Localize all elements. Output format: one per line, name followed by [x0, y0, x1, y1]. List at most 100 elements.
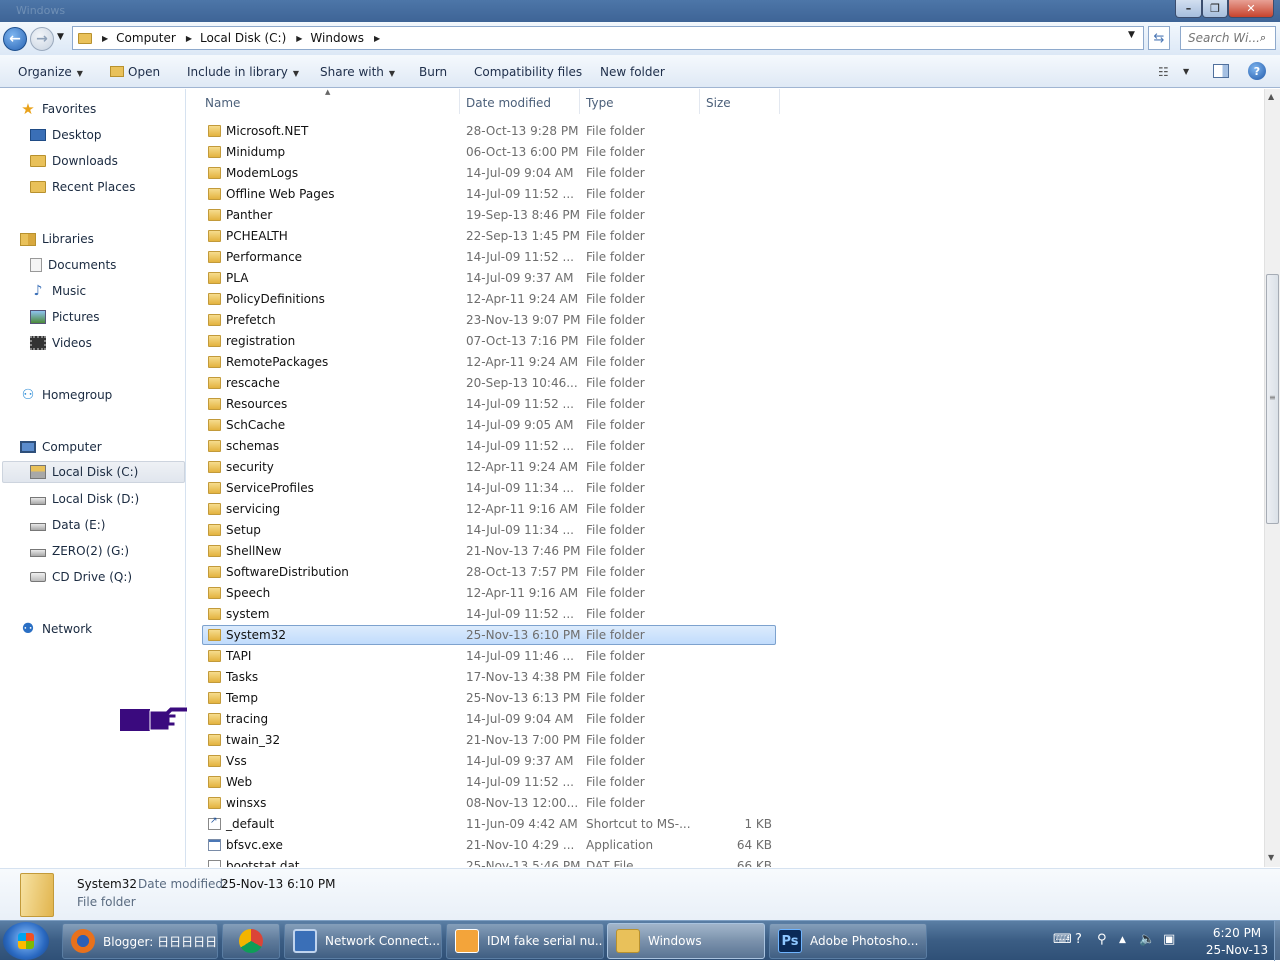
nav-local-disk-c[interactable]: Local Disk (C:): [2, 461, 185, 483]
chevron-right-icon[interactable]: ▶: [296, 34, 302, 43]
minimize-button[interactable]: –: [1175, 0, 1202, 18]
file-row[interactable]: _default 11-Jun-09 4:42 AM Shortcut to MS-…: [187, 813, 1264, 834]
scroll-thumb[interactable]: ≡: [1266, 274, 1279, 524]
nav-network[interactable]: ⚉ Network: [20, 618, 92, 640]
preview-pane-button[interactable]: [1213, 64, 1229, 78]
file-row[interactable]: Offline Web Pages 14-Jul-09 11:52 ... File…: [187, 183, 1264, 204]
forward-button[interactable]: →: [30, 27, 54, 51]
file-row[interactable]: twain_32 21-Nov-13 7:00 PM File folder: [187, 729, 1264, 750]
nav-recent-places[interactable]: Recent Places: [30, 176, 135, 198]
file-row[interactable]: RemotePackages 12-Apr-11 9:24 AM File fold…: [187, 351, 1264, 372]
file-row[interactable]: rescache 20-Sep-13 10:46... File folder: [187, 372, 1264, 393]
file-row[interactable]: Tasks 17-Nov-13 4:38 PM File folder: [187, 666, 1264, 687]
nav-documents[interactable]: Documents: [30, 254, 116, 276]
file-row[interactable]: Microsoft.NET 28-Oct-13 9:28 PM File folde…: [187, 120, 1264, 141]
maximize-button[interactable]: ❐: [1202, 0, 1228, 18]
open-button[interactable]: Open: [110, 65, 160, 79]
back-button[interactable]: ←: [3, 27, 27, 51]
file-row[interactable]: registration 07-Oct-13 7:16 PM File folder: [187, 330, 1264, 351]
nav-videos[interactable]: Videos: [30, 332, 92, 354]
scroll-up-icon[interactable]: ▲: [1268, 92, 1274, 101]
search-box[interactable]: ⌕: [1180, 26, 1276, 50]
nav-downloads[interactable]: Downloads: [30, 150, 118, 172]
column-header-size[interactable]: Size: [700, 89, 780, 114]
new-folder-button[interactable]: New folder: [600, 65, 665, 79]
nav-favorites[interactable]: ★ Favorites: [20, 98, 96, 120]
file-row[interactable]: PLA 14-Jul-09 9:37 AM File folder: [187, 267, 1264, 288]
file-row[interactable]: servicing 12-Apr-11 9:16 AM File folder: [187, 498, 1264, 519]
close-button[interactable]: ✕: [1228, 0, 1274, 18]
nav-zero-g[interactable]: ZERO(2) (G:): [30, 540, 129, 562]
file-row[interactable]: TAPI 14-Jul-09 11:46 ... File folder: [187, 645, 1264, 666]
file-row[interactable]: PolicyDefinitions 12-Apr-11 9:24 AM File f…: [187, 288, 1264, 309]
file-row[interactable]: security 12-Apr-11 9:24 AM File folder: [187, 456, 1264, 477]
scroll-down-icon[interactable]: ▼: [1268, 853, 1274, 862]
taskbar-item-windows-explorer[interactable]: Windows: [607, 923, 765, 959]
change-view-icon[interactable]: ☷: [1158, 65, 1169, 79]
file-row[interactable]: Temp 25-Nov-13 6:13 PM File folder: [187, 687, 1264, 708]
taskbar-item-network-connections[interactable]: Network Connect...: [284, 923, 442, 959]
taskbar-item-chrome[interactable]: [222, 923, 280, 959]
file-row[interactable]: SoftwareDistribution 28-Oct-13 7:57 PM Fil…: [187, 561, 1264, 582]
volume-icon[interactable]: 🔈: [1139, 932, 1155, 947]
clock-time[interactable]: 6:20 PM: [1197, 926, 1277, 940]
file-row[interactable]: Panther 19-Sep-13 8:46 PM File folder: [187, 204, 1264, 225]
help-icon[interactable]: ?: [1248, 62, 1266, 80]
keyboard-icon[interactable]: ⌨: [1053, 932, 1072, 947]
taskbar-item-photoshop[interactable]: Ps Adobe Photosho...: [769, 923, 927, 959]
column-header-type[interactable]: Type: [580, 89, 700, 114]
search-input[interactable]: [1188, 31, 1260, 45]
nav-local-disk-d[interactable]: Local Disk (D:): [30, 488, 139, 510]
file-row[interactable]: SchCache 14-Jul-09 9:05 AM File folder: [187, 414, 1264, 435]
file-row[interactable]: Prefetch 23-Nov-13 9:07 PM File folder: [187, 309, 1264, 330]
taskbar-item-firefox[interactable]: Blogger: 日日日日日日 (日...: [62, 923, 218, 959]
file-row[interactable]: system 14-Jul-09 11:52 ... File folder: [187, 603, 1264, 624]
address-box[interactable]: ▶ Computer ▶ Local Disk (C:) ▶ Windows ▶: [72, 26, 1144, 50]
help-icon[interactable]: ?: [1075, 932, 1082, 947]
clock-date[interactable]: 25-Nov-13: [1197, 943, 1277, 957]
nav-computer[interactable]: Computer: [20, 436, 102, 458]
nav-cd-drive-q[interactable]: CD Drive (Q:): [30, 566, 132, 588]
nav-libraries[interactable]: Libraries: [20, 228, 94, 250]
chevron-right-icon[interactable]: ▶: [102, 34, 108, 43]
view-options-dropdown[interactable]: ▼: [1183, 67, 1189, 76]
compatibility-files-button[interactable]: Compatibility files: [474, 65, 582, 79]
column-header-date[interactable]: Date modified: [460, 89, 580, 114]
nav-desktop[interactable]: Desktop: [30, 124, 102, 146]
taskbar-item-pdf[interactable]: IDM fake serial nu...: [446, 923, 604, 959]
file-row[interactable]: ServiceProfiles 14-Jul-09 11:34 ... File f…: [187, 477, 1264, 498]
file-row[interactable]: Performance 14-Jul-09 11:52 ... File folde…: [187, 246, 1264, 267]
file-row[interactable]: Web 14-Jul-09 11:52 ... File folder: [187, 771, 1264, 792]
file-row[interactable]: ShellNew 21-Nov-13 7:46 PM File folder: [187, 540, 1264, 561]
refresh-button[interactable]: ⇆: [1148, 26, 1170, 50]
nav-music[interactable]: ♪ Music: [30, 280, 87, 302]
column-header-name[interactable]: Name ▲: [187, 89, 460, 114]
file-row[interactable]: Setup 14-Jul-09 11:34 ... File folder: [187, 519, 1264, 540]
usb-device-icon[interactable]: ⚲: [1097, 932, 1107, 947]
vertical-scrollbar[interactable]: ▲ ≡ ▼: [1264, 89, 1280, 867]
file-row[interactable]: Vss 14-Jul-09 9:37 AM File folder: [187, 750, 1264, 771]
nav-pictures[interactable]: Pictures: [30, 306, 100, 328]
nav-homegroup[interactable]: ⚇ Homegroup: [20, 384, 113, 406]
start-button[interactable]: [3, 922, 49, 960]
title-bar[interactable]: Windows – ❐ ✕: [0, 0, 1280, 22]
file-row[interactable]: winsxs 08-Nov-13 12:00... File folder: [187, 792, 1264, 813]
file-row[interactable]: System32 25-Nov-13 6:10 PM File folder: [187, 624, 1264, 645]
file-row[interactable]: Minidump 06-Oct-13 6:00 PM File folder: [187, 141, 1264, 162]
file-row[interactable]: bootstat.dat 25-Nov-13 5:46 PM DAT File 66 …: [187, 855, 1264, 867]
file-row[interactable]: Resources 14-Jul-09 11:52 ... File folder: [187, 393, 1264, 414]
breadcrumb-local-disk-c[interactable]: Local Disk (C:): [200, 31, 286, 45]
file-row[interactable]: schemas 14-Jul-09 11:52 ... File folder: [187, 435, 1264, 456]
breadcrumb-windows[interactable]: Windows: [310, 31, 364, 45]
file-row[interactable]: tracing 14-Jul-09 9:04 AM File folder: [187, 708, 1264, 729]
file-row[interactable]: Speech 12-Apr-11 9:16 AM File folder: [187, 582, 1264, 603]
show-desktop-button[interactable]: [1274, 921, 1280, 961]
share-with-menu[interactable]: Share with ▼: [320, 65, 395, 79]
chevron-right-icon[interactable]: ▶: [374, 34, 380, 43]
show-hidden-icons-icon[interactable]: ▲: [1119, 935, 1126, 945]
search-icon[interactable]: ⌕: [1260, 31, 1266, 45]
file-row[interactable]: bfsvc.exe 21-Nov-10 4:29 ... Application 64…: [187, 834, 1264, 855]
include-in-library-menu[interactable]: Include in library ▼: [187, 65, 299, 79]
recent-pages-dropdown[interactable]: ▼: [57, 32, 64, 42]
network-status-icon[interactable]: ▣: [1163, 932, 1175, 947]
